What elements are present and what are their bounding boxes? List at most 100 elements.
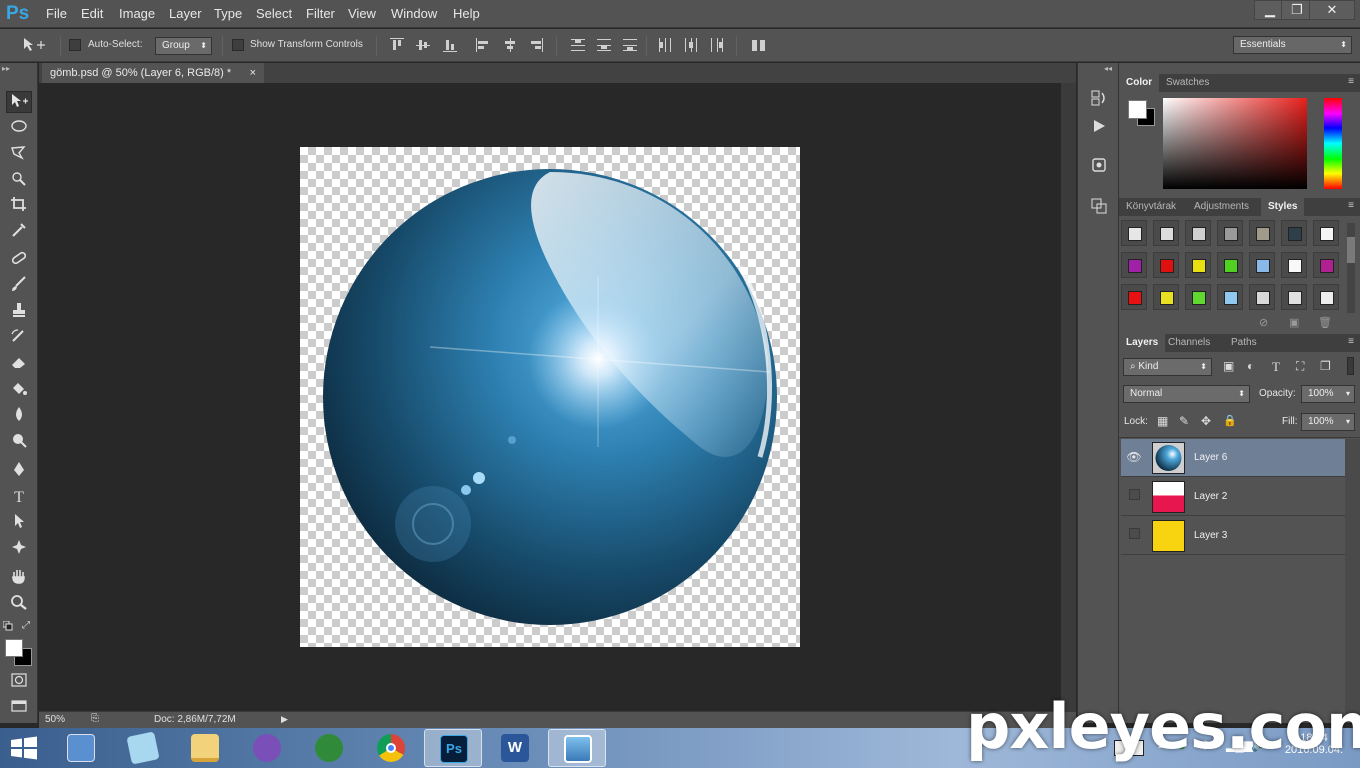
- filter-adjustment-icon[interactable]: ◐: [1247, 359, 1254, 373]
- lock-pixels-icon[interactable]: ✎: [1179, 414, 1189, 428]
- zoom-tool-icon[interactable]: [6, 594, 32, 616]
- menu-type[interactable]: Type: [214, 6, 242, 21]
- delete-style-icon[interactable]: 🗑: [1318, 316, 1332, 329]
- hue-slider[interactable]: [1324, 98, 1342, 189]
- distribute-left-icon[interactable]: [658, 38, 672, 52]
- move-tool-preset-icon[interactable]: [22, 37, 46, 53]
- fill-field[interactable]: 100% ▾: [1301, 413, 1355, 431]
- distribute-right-icon[interactable]: [710, 38, 724, 52]
- style-preset-swatch[interactable]: [1281, 252, 1307, 278]
- new-style-icon[interactable]: ▣: [1289, 316, 1299, 329]
- blur-tool-icon[interactable]: [6, 406, 32, 428]
- collapse-icon[interactable]: ◂◂: [1104, 64, 1112, 73]
- tab-paths[interactable]: Paths: [1224, 334, 1264, 352]
- eyedropper-icon[interactable]: [6, 222, 32, 244]
- tab-styles[interactable]: Styles: [1261, 198, 1305, 216]
- lock-all-icon[interactable]: 🔒: [1223, 414, 1237, 427]
- tab-channels[interactable]: Channels: [1161, 334, 1217, 352]
- screen-mode-icon[interactable]: [6, 697, 32, 719]
- distribute-vcenter-icon[interactable]: [597, 38, 611, 52]
- filter-shape-icon[interactable]: ⛶: [1296, 359, 1304, 374]
- align-vcenter-icon[interactable]: [416, 38, 430, 52]
- tool-presets-icon[interactable]: [1089, 197, 1109, 215]
- color-foreground-swatch[interactable]: [1128, 100, 1147, 119]
- lock-transparent-icon[interactable]: ▦: [1157, 414, 1168, 428]
- workspace-dropdown[interactable]: Essentials ⬍: [1233, 36, 1352, 54]
- chrome-taskbar-icon[interactable]: [362, 729, 420, 767]
- visibility-toggle-empty[interactable]: [1126, 528, 1142, 542]
- utorrent-taskbar-icon[interactable]: [300, 729, 358, 767]
- auto-select-checkbox[interactable]: [69, 39, 81, 51]
- healing-brush-icon[interactable]: [6, 250, 32, 272]
- auto-select-dropdown[interactable]: Group ⬍: [155, 37, 212, 55]
- layers-scrollbar[interactable]: [1345, 439, 1360, 723]
- paint-bucket-icon[interactable]: [6, 380, 32, 402]
- elliptical-marquee-icon[interactable]: [6, 118, 32, 140]
- tab-color[interactable]: Color: [1119, 74, 1160, 92]
- layer-row-layer-2[interactable]: Layer 2: [1121, 478, 1345, 516]
- menu-help[interactable]: Help: [453, 6, 480, 21]
- style-preset-swatch[interactable]: [1185, 252, 1211, 278]
- transform-controls-checkbox[interactable]: [232, 39, 244, 51]
- layer-name[interactable]: Layer 3: [1194, 530, 1227, 541]
- windows-start-icon[interactable]: [10, 736, 38, 760]
- share-icon[interactable]: ⎘: [91, 713, 99, 724]
- style-preset-swatch[interactable]: [1249, 284, 1275, 310]
- menu-file[interactable]: File: [46, 6, 67, 21]
- filter-toggle[interactable]: [1347, 357, 1354, 375]
- pen-tool-icon[interactable]: [6, 461, 32, 483]
- style-preset-swatch[interactable]: [1249, 220, 1275, 246]
- style-preset-swatch[interactable]: [1281, 284, 1307, 310]
- hand-tool-icon[interactable]: [6, 568, 32, 590]
- menu-edit[interactable]: Edit: [81, 6, 103, 21]
- layer-row-layer-3[interactable]: Layer 3: [1121, 517, 1345, 555]
- eraser-tool-icon[interactable]: [6, 354, 32, 376]
- style-preset-swatch[interactable]: [1121, 220, 1147, 246]
- distribute-top-icon[interactable]: [571, 38, 585, 52]
- notes-taskbar-icon[interactable]: [114, 729, 172, 767]
- document-tab[interactable]: gömb.psd @ 50% (Layer 6, RGB/8) * ×: [42, 63, 264, 83]
- path-selection-icon[interactable]: [6, 513, 32, 535]
- calculator-taskbar-icon[interactable]: [52, 729, 110, 767]
- type-tool-icon[interactable]: T: [6, 487, 32, 509]
- close-window-button[interactable]: ✕: [1309, 0, 1355, 20]
- dodge-tool-icon[interactable]: [6, 432, 32, 454]
- crop-tool-icon[interactable]: [6, 196, 32, 218]
- photo-viewer-taskbar-icon[interactable]: [548, 729, 606, 767]
- panel-menu-icon[interactable]: ≡: [1348, 336, 1354, 347]
- layer-name[interactable]: Layer 2: [1194, 491, 1227, 502]
- style-preset-swatch[interactable]: [1313, 284, 1339, 310]
- align-right-icon[interactable]: [529, 38, 543, 52]
- style-preset-swatch[interactable]: [1217, 284, 1243, 310]
- style-preset-swatch[interactable]: [1185, 284, 1211, 310]
- tab-layers[interactable]: Layers: [1119, 334, 1166, 352]
- align-bottom-icon[interactable]: [443, 38, 457, 52]
- clone-stamp-icon[interactable]: [6, 302, 32, 324]
- blend-mode-dropdown[interactable]: Normal ⬍: [1123, 385, 1250, 403]
- layer-row-layer-6[interactable]: 👁 Layer 6: [1121, 439, 1345, 477]
- tab-swatches[interactable]: Swatches: [1159, 74, 1216, 92]
- layer-name[interactable]: Layer 6: [1194, 452, 1227, 463]
- filter-smart-object-icon[interactable]: ❐: [1320, 359, 1331, 373]
- menu-view[interactable]: View: [348, 6, 376, 21]
- file-explorer-taskbar-icon[interactable]: [176, 729, 234, 767]
- style-preset-swatch[interactable]: [1281, 220, 1307, 246]
- word-taskbar-icon[interactable]: W: [486, 729, 544, 767]
- style-preset-swatch[interactable]: [1121, 252, 1147, 278]
- style-preset-swatch[interactable]: [1153, 252, 1179, 278]
- style-preset-swatch[interactable]: [1217, 252, 1243, 278]
- lasso-tool-icon[interactable]: [6, 144, 32, 166]
- filter-pixel-icon[interactable]: ▣: [1223, 359, 1234, 373]
- menu-image[interactable]: Image: [119, 6, 155, 21]
- zoom-level[interactable]: 50%: [45, 714, 65, 725]
- auto-align-layers-icon[interactable]: [752, 38, 766, 52]
- quick-selection-icon[interactable]: [6, 170, 32, 192]
- panel-menu-icon[interactable]: ≡: [1348, 200, 1354, 211]
- opacity-field[interactable]: 100% ▾: [1301, 385, 1355, 403]
- style-preset-swatch[interactable]: [1185, 220, 1211, 246]
- menu-window[interactable]: Window: [391, 6, 437, 21]
- custom-shape-icon[interactable]: [6, 539, 32, 561]
- quick-mask-icon[interactable]: [6, 671, 32, 693]
- foreground-color-swatch[interactable]: [5, 639, 23, 657]
- color-field[interactable]: [1163, 98, 1307, 189]
